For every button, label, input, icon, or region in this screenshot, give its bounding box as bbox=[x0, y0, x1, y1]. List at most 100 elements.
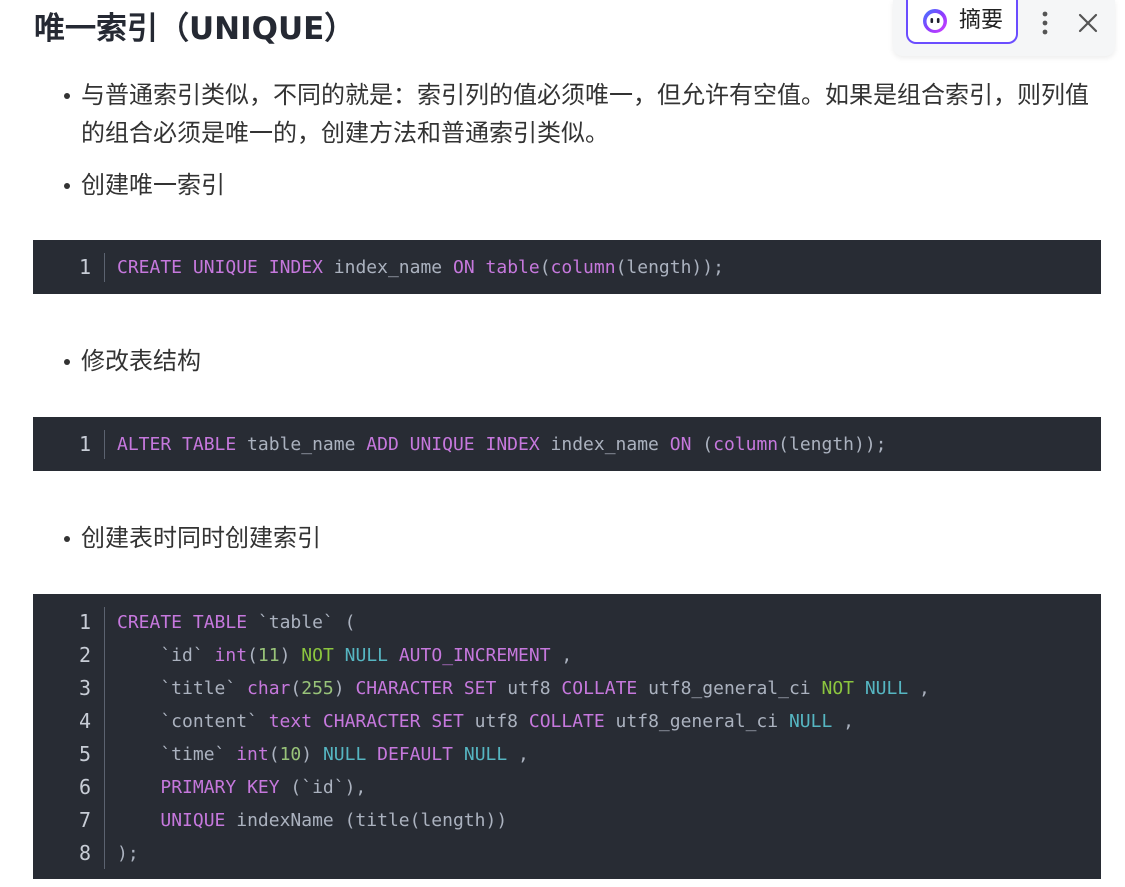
code-token: UNIQUE bbox=[409, 434, 475, 455]
code-token: NULL bbox=[864, 678, 909, 699]
bullet-text: 修改表结构 bbox=[81, 347, 201, 375]
bullet-dot bbox=[64, 183, 70, 189]
line-number: 6 bbox=[78, 775, 91, 799]
line-number-divider bbox=[104, 253, 105, 282]
code-text: `time` int(10) NULL DEFAULT NULL , bbox=[117, 738, 529, 771]
code-token: column bbox=[550, 257, 616, 278]
code-token: TABLE bbox=[182, 434, 237, 455]
code-text: ALTER TABLE table_name ADD UNIQUE INDEX … bbox=[117, 428, 887, 461]
code-token: INDEX bbox=[268, 257, 323, 278]
code-token: table bbox=[485, 257, 540, 278]
code-text: `content` text CHARACTER SET utf8 COLLAT… bbox=[117, 705, 854, 738]
code-token: , bbox=[507, 744, 529, 765]
code-token: AUTO_INCREMENT bbox=[398, 645, 551, 666]
code-token: column bbox=[713, 434, 779, 455]
code-token: ) bbox=[301, 744, 323, 765]
code-token: ADD bbox=[366, 434, 399, 455]
section-heading: 唯一索引（UNIQUE） bbox=[34, 11, 356, 47]
code-token: (length)); bbox=[615, 257, 724, 278]
code-token: SET bbox=[431, 711, 464, 732]
code-token: `content` bbox=[117, 711, 269, 732]
close-icon[interactable] bbox=[1075, 10, 1101, 36]
code-token: CHARACTER bbox=[322, 711, 421, 732]
line-number: 3 bbox=[78, 676, 91, 700]
code-text: UNIQUE indexName (title(length)) bbox=[117, 804, 507, 837]
code-token: NOT bbox=[821, 678, 854, 699]
line-number: 1 bbox=[78, 610, 91, 634]
code-token: int bbox=[214, 645, 248, 666]
code-token: NOT bbox=[301, 645, 334, 666]
code-token: indexName (title(length)) bbox=[225, 810, 508, 831]
line-number: 8 bbox=[78, 841, 91, 865]
code-token: index_name bbox=[322, 257, 453, 278]
code-token: `id` bbox=[117, 645, 215, 666]
bullet-item: 修改表结构 bbox=[64, 342, 664, 380]
bullet-dot bbox=[64, 93, 70, 99]
code-token: NULL bbox=[788, 711, 833, 732]
bullet-item: 与普通索引类似，不同的就是：索引列的值必须唯一，但允许有空值。如果是组合索引，则… bbox=[64, 76, 1092, 152]
summary-toolbar: 摘要 bbox=[893, 0, 1115, 56]
code-token: CHARACTER bbox=[355, 678, 453, 699]
code-token: ); bbox=[117, 843, 139, 864]
summary-label: 摘要 bbox=[959, 8, 1004, 33]
code-token: table_name bbox=[236, 434, 367, 455]
line-number: 7 bbox=[78, 808, 91, 832]
line-number: 4 bbox=[78, 709, 91, 733]
code-text: ); bbox=[117, 837, 139, 870]
code-text: PRIMARY KEY (`id`), bbox=[117, 771, 366, 804]
summary-button[interactable]: 摘要 bbox=[906, 0, 1018, 44]
code-token: NULL bbox=[463, 744, 508, 765]
code-token: `table` ( bbox=[247, 612, 356, 633]
code-token: PRIMARY bbox=[160, 777, 237, 798]
code-token: utf8_general_ci bbox=[637, 678, 822, 699]
code-token: , bbox=[832, 711, 854, 732]
code-token: utf8_general_ci bbox=[604, 711, 789, 732]
code-token: INDEX bbox=[485, 434, 540, 455]
code-token: TABLE bbox=[192, 612, 248, 633]
code-block: 1 CREATE TABLE `table` (2 `id` int(11) NO… bbox=[33, 594, 1101, 879]
code-token: 11 bbox=[257, 645, 280, 666]
line-number: 1 bbox=[78, 432, 91, 456]
code-token: ALTER bbox=[117, 434, 172, 455]
code-block: 1 ALTER TABLE table_name ADD UNIQUE INDEX… bbox=[33, 417, 1101, 471]
code-token: COLLATE bbox=[561, 678, 638, 699]
code-token: ON bbox=[452, 257, 475, 278]
code-text: CREATE UNIQUE INDEX index_name ON table(… bbox=[117, 251, 724, 284]
bullet-text: 创建唯一索引 bbox=[81, 171, 225, 199]
code-token: , bbox=[550, 645, 573, 666]
bullet-item: 创建唯一索引 bbox=[64, 166, 664, 204]
code-token: index_name bbox=[539, 434, 670, 455]
code-token: , bbox=[908, 678, 930, 699]
bullet-text: 与普通索引类似，不同的就是：索引列的值必须唯一，但允许有空值。如果是组合索引，则… bbox=[81, 81, 1089, 147]
code-token: ( bbox=[290, 678, 302, 699]
code-token: ( bbox=[539, 257, 551, 278]
code-token: NULL bbox=[322, 744, 367, 765]
code-token: COLLATE bbox=[528, 711, 605, 732]
code-token: ) bbox=[333, 678, 356, 699]
code-token: ) bbox=[279, 645, 302, 666]
code-token: 10 bbox=[279, 744, 302, 765]
code-token: KEY bbox=[247, 777, 280, 798]
code-token: (length)); bbox=[778, 434, 887, 455]
code-text: CREATE TABLE `table` ( bbox=[117, 606, 355, 639]
bullet-dot bbox=[64, 359, 70, 365]
code-token: UNIQUE bbox=[160, 810, 226, 831]
bullet-dot bbox=[64, 536, 70, 542]
code-token: ON bbox=[669, 434, 692, 455]
more-vertical-icon[interactable] bbox=[1033, 9, 1057, 37]
line-number: 5 bbox=[78, 742, 91, 766]
